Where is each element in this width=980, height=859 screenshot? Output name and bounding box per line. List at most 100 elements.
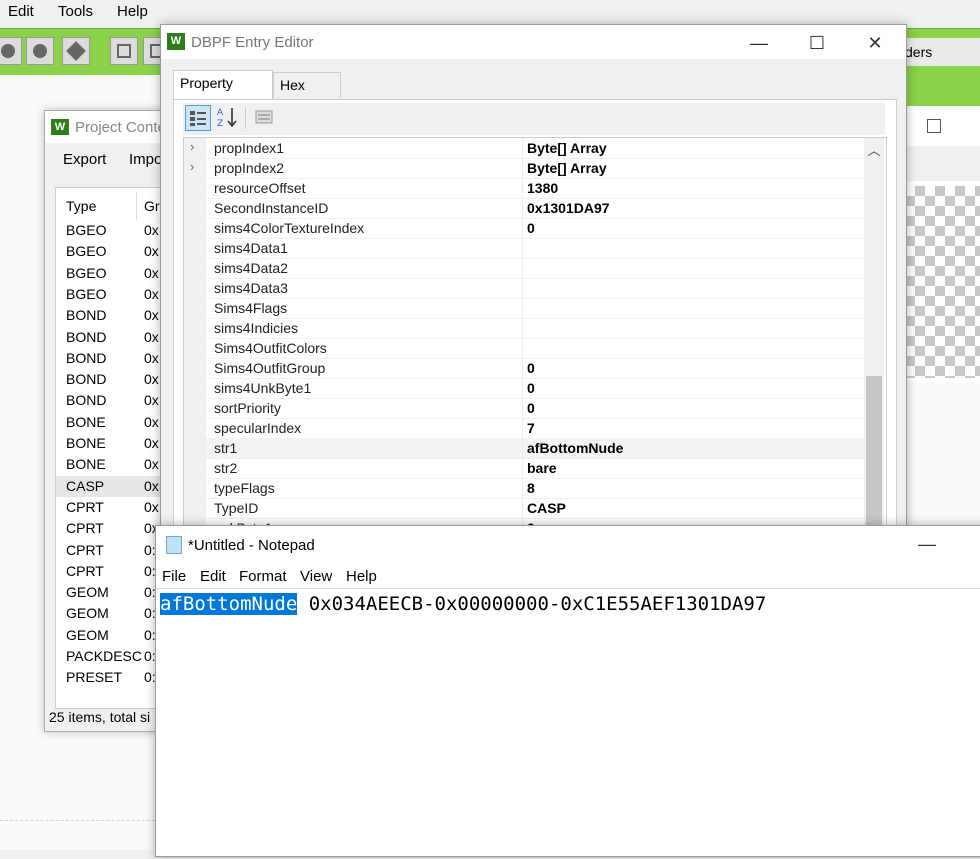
chevron-right-icon[interactable]: ›	[190, 159, 194, 174]
preview-toolbar	[905, 66, 980, 106]
property-value[interactable]: CASP	[527, 500, 566, 516]
property-row[interactable]: str1 afBottomNude	[184, 438, 864, 459]
property-row[interactable]: sims4ColorTextureIndex 0	[184, 218, 864, 239]
property-grid: › propIndex1 Byte[] Array › propIndex2 Byte[]…	[183, 137, 887, 539]
row-gutter	[184, 398, 206, 418]
categorized-view-button[interactable]	[185, 105, 211, 131]
toolbar-button-sphere-1[interactable]	[0, 37, 22, 65]
property-row[interactable]: sims4UnkByte1 0	[184, 378, 864, 399]
app-logo-icon: W	[51, 119, 69, 135]
toolbar-button-sphere-2[interactable]	[26, 37, 54, 65]
scrollbar-thumb[interactable]	[866, 376, 882, 536]
list-item[interactable]: BONE 0x	[56, 433, 176, 454]
property-row[interactable]: sortPriority 0	[184, 398, 864, 419]
property-row[interactable]: SecondInstanceID 0x1301DA97	[184, 198, 864, 219]
list-item[interactable]: BOND 0x	[56, 327, 176, 348]
notepad-icon	[166, 536, 182, 554]
menu-tools[interactable]: Tools	[58, 3, 93, 20]
property-row[interactable]: sims4Data2	[184, 258, 864, 279]
property-value[interactable]: 0	[527, 380, 535, 396]
selected-text: afBottomNude	[160, 593, 298, 615]
property-value[interactable]: bare	[527, 460, 557, 476]
list-item[interactable]: BGEO 0x	[56, 284, 176, 305]
list-item[interactable]: BONE 0x	[56, 412, 176, 433]
menu-import[interactable]: Impo	[129, 151, 162, 168]
menu-help[interactable]: Help	[346, 568, 377, 585]
property-name: sims4Data2	[214, 260, 288, 276]
property-pages-button[interactable]	[251, 105, 277, 131]
menu-edit[interactable]: Edit	[8, 3, 34, 20]
menu-export[interactable]: Export	[63, 151, 106, 168]
property-row[interactable]: sims4Data1	[184, 238, 864, 259]
property-name: str2	[214, 460, 238, 476]
preview-window: ders	[905, 38, 980, 383]
property-value[interactable]: 8	[527, 480, 535, 496]
property-value[interactable]: Byte[] Array	[527, 160, 607, 176]
property-grid-scrollbar[interactable]: ︿	[864, 138, 884, 538]
list-item[interactable]: BGEO 0x	[56, 263, 176, 284]
list-item[interactable]: BOND 0x	[56, 390, 176, 411]
menu-view[interactable]: View	[300, 568, 332, 585]
property-row[interactable]: TypeID CASP	[184, 498, 864, 519]
property-value[interactable]: 0	[527, 360, 535, 376]
chevron-right-icon[interactable]: ›	[190, 139, 194, 154]
list-item[interactable]: BGEO 0x	[56, 220, 176, 241]
menu-file[interactable]: File	[162, 568, 186, 585]
status-text: 25 items, total si	[49, 709, 151, 725]
property-row[interactable]: Sims4OutfitGroup 0	[184, 358, 864, 379]
list-item-type: PACKDESC	[66, 648, 142, 664]
property-row[interactable]: › propIndex1 Byte[] Array	[184, 138, 864, 159]
maximize-icon[interactable]	[927, 119, 941, 133]
menu-format[interactable]: Format	[239, 568, 287, 585]
list-item-type: BGEO	[66, 264, 107, 281]
minimize-button[interactable]: —	[736, 29, 782, 57]
property-value[interactable]: Byte[] Array	[527, 140, 607, 156]
property-value[interactable]: afBottomNude	[527, 440, 623, 456]
notepad-text-area[interactable]: afBottomNude 0x034AEECB-0x00000000-0xC1E…	[156, 588, 980, 859]
alphabetical-sort-button[interactable]: A Z	[214, 105, 240, 131]
column-divider	[522, 458, 523, 478]
toolbar-button-diamond[interactable]	[62, 37, 90, 65]
list-item[interactable]: BONE 0x	[56, 454, 176, 475]
tab-property-view[interactable]: Property View	[173, 70, 273, 115]
row-gutter	[184, 298, 206, 318]
preview-tab[interactable]: ders	[905, 38, 980, 67]
resource-key-text: 0x034AEECB-0x00000000-0xC1E55AEF1301DA97	[297, 593, 767, 615]
property-row[interactable]: str2 bare	[184, 458, 864, 479]
menu-help[interactable]: Help	[117, 3, 148, 20]
list-item[interactable]: BOND 0x	[56, 369, 176, 390]
property-row[interactable]: Sims4OutfitColors	[184, 338, 864, 359]
property-row[interactable]: typeFlags 8	[184, 478, 864, 499]
property-row[interactable]: Sims4Flags	[184, 298, 864, 319]
property-value[interactable]: 0x1301DA97	[527, 200, 610, 216]
list-item[interactable]: BOND 0x	[56, 305, 176, 326]
chevron-up-icon[interactable]: ︿	[864, 140, 884, 159]
list-item[interactable]: BOND 0x	[56, 348, 176, 369]
column-header-type[interactable]: Type	[66, 198, 96, 214]
list-item[interactable]: BGEO 0x	[56, 241, 176, 262]
property-value[interactable]: 7	[527, 420, 535, 436]
list-item-group: 0x	[144, 392, 159, 409]
list-item-type: GEOM	[66, 626, 109, 643]
property-row[interactable]: resourceOffset 1380	[184, 178, 864, 199]
maximize-button[interactable]: ☐	[794, 29, 840, 57]
list-item-type: BOND	[66, 349, 107, 366]
property-row[interactable]: › propIndex2 Byte[] Array	[184, 158, 864, 179]
sphere-icon	[1, 44, 15, 58]
list-item-group: 0x	[144, 285, 159, 302]
column-divider[interactable]	[136, 192, 137, 220]
list-item[interactable]: CPRT 0x	[56, 497, 176, 518]
property-row[interactable]: sims4Data3	[184, 278, 864, 299]
property-value[interactable]: 0	[527, 220, 535, 236]
minimize-button[interactable]: —	[904, 530, 950, 558]
close-button[interactable]: ✕	[852, 29, 898, 57]
list-item[interactable]: CASP 0x	[56, 475, 176, 497]
property-value[interactable]: 0	[527, 400, 535, 416]
property-name: sortPriority	[214, 400, 281, 416]
property-row[interactable]: sims4Indicies	[184, 318, 864, 339]
property-row[interactable]: specularIndex 7	[184, 418, 864, 439]
menu-edit[interactable]: Edit	[200, 568, 226, 585]
property-value[interactable]: 1380	[527, 180, 558, 196]
tab-hex-view[interactable]: Hex View	[273, 72, 341, 117]
toolbar-button-grid[interactable]	[110, 37, 138, 65]
